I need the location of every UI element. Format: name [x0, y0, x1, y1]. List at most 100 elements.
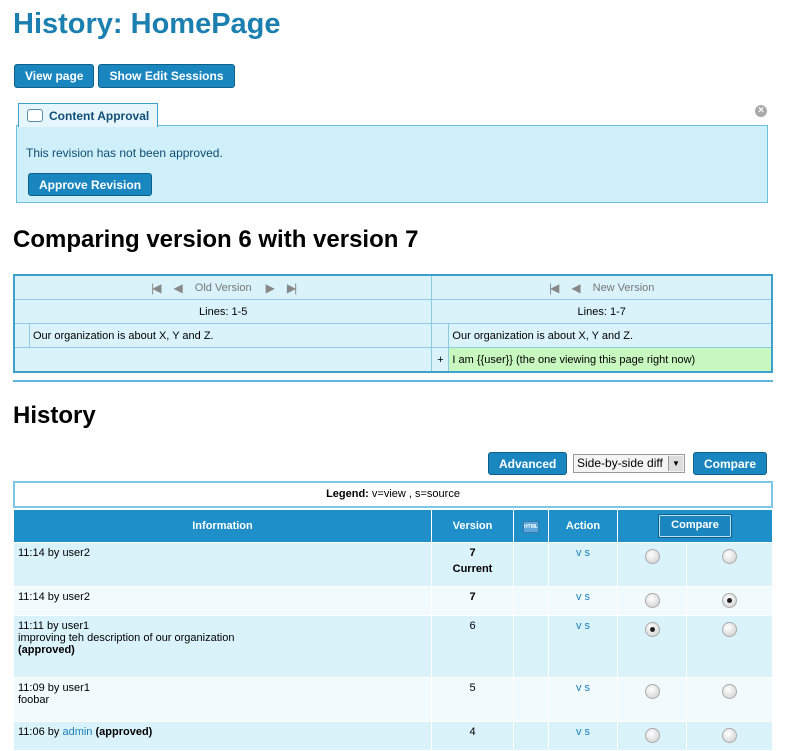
- content-approval-tab[interactable]: Content Approval: [18, 103, 159, 127]
- compare-new-cell: [686, 677, 773, 722]
- row-comment: improving teh description of our organiz…: [18, 632, 235, 644]
- source-link[interactable]: s: [585, 591, 591, 603]
- row-timestamp: 11:14 by user2: [18, 547, 90, 559]
- added-marker: +: [431, 347, 450, 373]
- approval-message: This revision has not been approved.: [26, 146, 223, 160]
- view-link[interactable]: v: [576, 620, 582, 632]
- advanced-button[interactable]: Advanced: [488, 452, 568, 475]
- compare-new-radio[interactable]: [722, 728, 737, 743]
- compare-old-radio[interactable]: [644, 593, 660, 608]
- row-information: 11:14 by user2: [13, 586, 432, 616]
- row-timestamp: 11:11 by user1: [18, 620, 90, 632]
- user-link[interactable]: admin: [62, 726, 92, 738]
- compare-old-radio[interactable]: [644, 622, 660, 637]
- version-number: 4: [469, 726, 476, 738]
- table-row: 11:11 by user1 improving teh description …: [13, 615, 773, 678]
- old-gutter: [13, 323, 30, 348]
- previous-version-icon[interactable]: ◀: [174, 281, 183, 295]
- row-comment: foobar: [18, 694, 50, 706]
- source-link[interactable]: s: [585, 547, 591, 559]
- row-version: 7: [431, 586, 514, 616]
- close-icon[interactable]: ×: [755, 105, 767, 117]
- first-version-icon[interactable]: |◀: [151, 281, 161, 295]
- table-row: 11:14 by user2 7 v s: [13, 586, 773, 616]
- history-table: Information Version HTML Action Compare …: [13, 509, 773, 751]
- diff-mode-value: Side-by-side diff: [577, 456, 663, 470]
- view-link[interactable]: v: [576, 682, 582, 694]
- legend-label: Legend:: [326, 488, 369, 500]
- view-link[interactable]: v: [576, 726, 582, 738]
- row-actions: v s: [548, 615, 618, 678]
- compare-old-cell: [617, 615, 687, 678]
- compare-button[interactable]: Compare: [693, 452, 768, 475]
- row-timestamp: 11:06 by: [18, 726, 63, 738]
- compare-old-radio[interactable]: [644, 684, 660, 699]
- previous-version-icon[interactable]: ◀: [571, 281, 580, 295]
- row-version: 5: [431, 677, 514, 722]
- chevron-down-icon: ▼: [668, 456, 683, 471]
- old-context-line: Our organization is about X, Y and Z.: [28, 323, 433, 348]
- page-actions: View page Show Edit Sessions: [14, 64, 235, 88]
- old-version-label: Old Version: [194, 281, 252, 294]
- html-icon: HTML: [523, 521, 539, 533]
- column-information: Information: [13, 509, 432, 543]
- old-lines-range: Lines: 1-5: [13, 299, 433, 324]
- new-context-line: Our organization is about X, Y and Z.: [448, 323, 773, 348]
- first-version-icon[interactable]: |◀: [549, 281, 559, 295]
- row-information: 11:06 by admin (approved): [13, 721, 432, 751]
- compare-new-radio[interactable]: [722, 593, 737, 608]
- column-compare: Compare: [617, 509, 773, 543]
- row-actions: v s: [548, 542, 618, 587]
- history-heading: History: [13, 402, 96, 429]
- diff-mode-select[interactable]: Side-by-side diff ▼: [573, 454, 685, 473]
- table-row: 11:06 by admin (approved) 4 v s: [13, 721, 773, 751]
- row-actions: v s: [548, 586, 618, 616]
- compare-new-radio[interactable]: [722, 549, 737, 564]
- column-html: HTML: [513, 509, 549, 543]
- next-version-icon[interactable]: ▶: [266, 281, 275, 295]
- content-approval-label: Content Approval: [49, 108, 150, 123]
- show-edit-sessions-button[interactable]: Show Edit Sessions: [98, 64, 235, 88]
- approved-status: (approved): [18, 644, 75, 656]
- row-timestamp: 11:14 by user2: [18, 591, 90, 603]
- row-actions: v s: [548, 677, 618, 722]
- row-html: [513, 586, 549, 616]
- row-version: 6: [431, 615, 514, 678]
- compare-old-radio[interactable]: [644, 549, 660, 564]
- view-page-button[interactable]: View page: [14, 64, 95, 88]
- column-action: Action: [548, 509, 618, 543]
- compare-new-cell: [686, 542, 773, 587]
- legend: Legend: v=view , s=source: [13, 481, 773, 508]
- diff-table: |◀ ◀ Old Version ▶ ▶| |◀ ◀ New Version L…: [13, 274, 773, 373]
- table-row: 11:14 by user2 7 Current v s: [13, 542, 773, 587]
- row-version: 7 Current: [431, 542, 514, 587]
- row-version: 4: [431, 721, 514, 751]
- row-information: 11:14 by user2: [13, 542, 432, 587]
- speech-bubble-icon: [27, 109, 43, 122]
- row-information: 11:11 by user1 improving teh description …: [13, 615, 432, 678]
- compare-new-radio[interactable]: [722, 622, 737, 637]
- row-html: [513, 615, 549, 678]
- compare-new-cell: [686, 586, 773, 616]
- row-information: 11:09 by user1 foobar: [13, 677, 432, 722]
- version-number: 7: [469, 547, 476, 559]
- compare-header-button[interactable]: Compare: [658, 514, 732, 538]
- approve-revision-button[interactable]: Approve Revision: [28, 173, 153, 196]
- approved-status: (approved): [95, 726, 153, 738]
- compare-old-cell: [617, 542, 687, 587]
- source-link[interactable]: s: [585, 682, 591, 694]
- view-link[interactable]: v: [576, 591, 582, 603]
- added-line: I am {{user}} (the one viewing this page…: [448, 347, 773, 373]
- compare-old-radio[interactable]: [644, 728, 660, 743]
- compare-new-radio[interactable]: [722, 684, 737, 699]
- row-timestamp: 11:09 by user1: [18, 682, 90, 694]
- source-link[interactable]: s: [585, 620, 591, 632]
- view-link[interactable]: v: [576, 547, 582, 559]
- last-version-icon[interactable]: ▶|: [287, 281, 297, 295]
- old-empty-line: [13, 347, 433, 373]
- source-link[interactable]: s: [585, 726, 591, 738]
- compare-old-cell: [617, 677, 687, 722]
- page-title: History: HomePage: [13, 8, 281, 40]
- row-actions: v s: [548, 721, 618, 751]
- compare-new-cell: [686, 615, 773, 678]
